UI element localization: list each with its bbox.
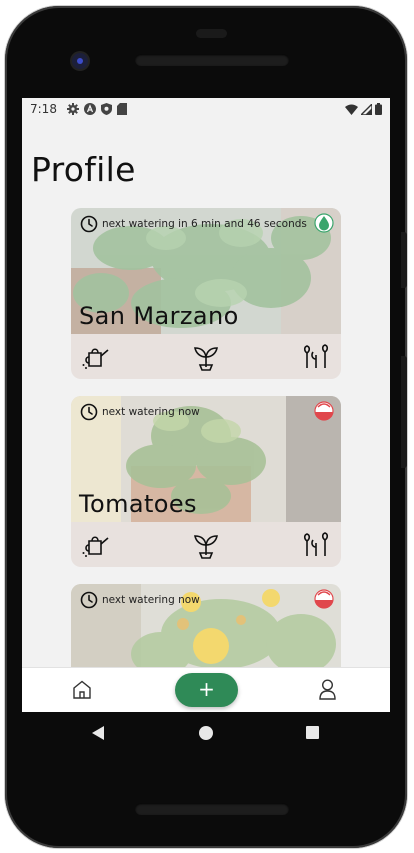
nav-home-button[interactable]: [72, 680, 92, 703]
sd-card-icon: [116, 103, 127, 115]
cell-signal-icon: [361, 103, 372, 115]
growth-icon: [303, 531, 329, 556]
volume-button: [401, 356, 407, 468]
clock-icon: [80, 215, 98, 233]
watering-can-icon: [82, 347, 109, 369]
plant-photo: next watering now Tomatoes: [71, 396, 341, 522]
home-icon: [73, 680, 91, 699]
water-plant-button[interactable]: [81, 342, 111, 372]
plant-growth-button[interactable]: [301, 342, 331, 372]
battery-icon: [375, 103, 382, 115]
status-time: 7:18: [30, 102, 57, 116]
bottom-speaker: [135, 803, 289, 815]
profile-person-icon: [319, 679, 336, 700]
plant-name: San Marzano: [79, 302, 239, 330]
page-title: Profile: [31, 150, 136, 189]
water-level-low-icon: [314, 589, 334, 609]
power-button: [401, 232, 407, 288]
plant-card-toolbar: [71, 522, 341, 567]
water-level-ok-icon: [314, 213, 334, 233]
next-watering-text: next watering now: [102, 406, 200, 418]
android-system-nav: [22, 712, 390, 756]
earpiece: [196, 29, 227, 38]
app-a-icon: [83, 103, 96, 115]
wifi-icon: [345, 104, 358, 115]
add-plant-button[interactable]: +: [175, 673, 238, 707]
plant-name: Tomatoes: [79, 490, 197, 518]
status-bar: 7:18: [22, 98, 390, 120]
nav-profile-button[interactable]: [319, 679, 336, 704]
plant-photo: next watering in 6 min and 46 seconds Sa…: [71, 208, 341, 334]
water-level-low-icon: [314, 401, 334, 421]
system-home-icon[interactable]: [199, 726, 213, 740]
plant-info-button[interactable]: [191, 342, 221, 372]
clock-icon: [80, 591, 98, 609]
clock-icon: [80, 403, 98, 421]
sprout-icon: [194, 346, 218, 371]
plant-card-list[interactable]: next watering in 6 min and 46 seconds Sa…: [71, 208, 341, 712]
top-speaker: [135, 54, 289, 66]
plant-growth-button[interactable]: [301, 530, 331, 560]
shield-icon: [100, 103, 112, 115]
sprout-icon: [194, 534, 218, 559]
growth-icon: [303, 343, 329, 368]
next-watering-text: next watering now: [102, 594, 200, 606]
system-recents-icon[interactable]: [306, 726, 319, 739]
bottom-navigation: +: [22, 667, 390, 712]
settings-gear-icon: [66, 103, 79, 115]
plant-card-toolbar: [71, 334, 341, 379]
watering-can-icon: [82, 535, 109, 557]
plant-card[interactable]: next watering now Tomatoes: [71, 396, 341, 567]
plant-info-button[interactable]: [191, 530, 221, 560]
water-plant-button[interactable]: [81, 530, 111, 560]
next-watering-text: next watering in 6 min and 46 seconds: [102, 218, 307, 230]
front-camera: [72, 53, 88, 69]
app-screen: 7:18 Profile next watering in 6 min and …: [22, 98, 390, 712]
plant-card[interactable]: next watering in 6 min and 46 seconds Sa…: [71, 208, 341, 379]
system-back-icon[interactable]: [92, 726, 104, 740]
